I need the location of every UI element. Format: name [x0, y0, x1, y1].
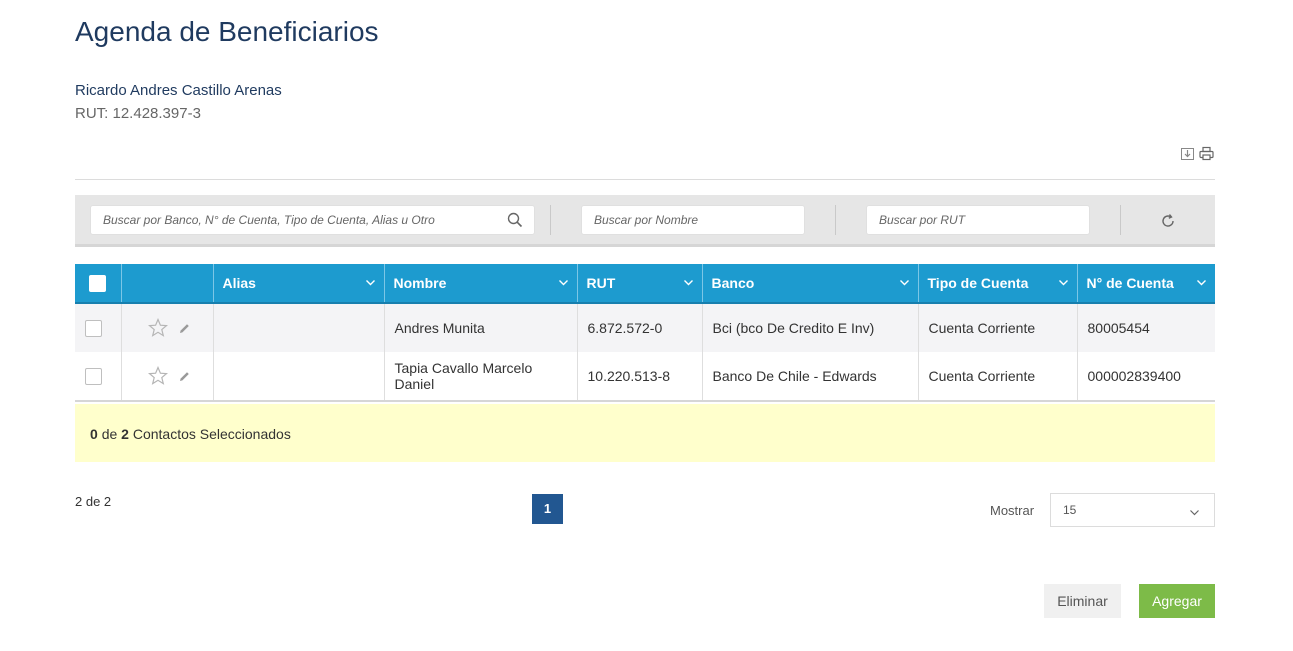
- select-all-checkbox[interactable]: [89, 274, 107, 292]
- filter-separator: [550, 205, 551, 235]
- edit-pencil-icon[interactable]: [178, 370, 191, 383]
- row-select-cell: [75, 352, 122, 402]
- page-title: Agenda de Beneficiarios: [75, 16, 379, 47]
- cell-banco: Banco De Chile - Edwards: [702, 352, 919, 402]
- column-header-label: RUT: [586, 275, 616, 291]
- table-header-row: Alias Nombre RUT Banco Tipo de Cuenta N°…: [75, 264, 1215, 304]
- selection-of-label: de: [101, 426, 118, 442]
- row-select-cell: [75, 303, 122, 352]
- results-count: 2 de 2: [75, 494, 112, 509]
- column-header-label: Alias: [222, 275, 256, 291]
- cell-banco: Bci (bco De Credito E Inv): [702, 303, 919, 352]
- download-icon[interactable]: [1180, 146, 1195, 161]
- search-icon[interactable]: [507, 212, 523, 228]
- chevron-down-icon: [1197, 280, 1206, 286]
- column-header-banco[interactable]: Banco: [702, 264, 919, 304]
- row-actions-cell: [121, 303, 214, 352]
- filter-separator: [835, 205, 836, 235]
- page-size-select[interactable]: 15: [1050, 493, 1215, 527]
- actions-header: [121, 264, 214, 304]
- edit-pencil-icon[interactable]: [178, 322, 191, 335]
- chevron-down-icon: [1058, 280, 1068, 286]
- chevron-down-icon: [558, 280, 568, 286]
- column-header-rut[interactable]: RUT: [577, 264, 703, 304]
- selected-count: 0: [90, 426, 98, 442]
- cell-rut: 10.220.513-8: [577, 352, 703, 402]
- chevron-down-icon: [899, 280, 909, 286]
- cell-numero-cuenta: 80005454: [1077, 303, 1215, 352]
- search-rut-input[interactable]: [866, 205, 1090, 235]
- page-size-value: 15: [1063, 503, 1077, 517]
- page-size-label: Mostrar: [990, 503, 1035, 518]
- column-header-label: Tipo de Cuenta: [927, 275, 1029, 291]
- row-actions-cell: [121, 352, 214, 402]
- chevron-down-icon: [683, 280, 693, 286]
- selection-suffix: Contactos Seleccionados: [132, 426, 291, 442]
- beneficiaries-table: Alias Nombre RUT Banco Tipo de Cuenta N°…: [75, 264, 1215, 402]
- selection-summary: 0 de 2 Contactos Seleccionados: [75, 404, 1215, 462]
- column-header-label: N° de Cuenta: [1086, 275, 1174, 291]
- filter-bar: [75, 195, 1215, 247]
- select-all-cell: [75, 264, 122, 304]
- add-button[interactable]: Agregar: [1139, 584, 1215, 618]
- column-header-numero-cuenta[interactable]: N° de Cuenta: [1077, 264, 1215, 304]
- cell-nombre: Andres Munita: [384, 303, 578, 352]
- user-name: Ricardo Andres Castillo Arenas: [75, 82, 282, 99]
- favorite-star-icon[interactable]: [147, 318, 168, 338]
- total-count: 2: [121, 426, 129, 442]
- column-header-label: Banco: [711, 275, 755, 291]
- search-general-input[interactable]: [90, 205, 535, 235]
- print-icon[interactable]: [1199, 146, 1214, 161]
- cell-alias: [213, 352, 385, 402]
- cell-numero-cuenta: 000002839400: [1077, 352, 1215, 402]
- table-row[interactable]: Andres Munita 6.872.572-0 Bci (bco De Cr…: [75, 303, 1215, 352]
- chevron-down-icon: [1190, 510, 1199, 516]
- refresh-icon[interactable]: [1160, 213, 1176, 229]
- cell-tipo-cuenta: Cuenta Corriente: [918, 303, 1078, 352]
- page-button-1[interactable]: 1: [532, 494, 563, 524]
- row-checkbox[interactable]: [85, 319, 102, 337]
- cell-tipo-cuenta: Cuenta Corriente: [918, 352, 1078, 402]
- delete-button[interactable]: Eliminar: [1044, 584, 1121, 618]
- cell-alias: [213, 303, 385, 352]
- export-tools: [1180, 146, 1214, 161]
- cell-rut: 6.872.572-0: [577, 303, 703, 352]
- favorite-star-icon[interactable]: [147, 366, 168, 386]
- column-header-label: Nombre: [393, 275, 447, 291]
- column-header-nombre[interactable]: Nombre: [384, 264, 578, 304]
- table-row[interactable]: Tapia Cavallo Marcelo Daniel 10.220.513-…: [75, 352, 1215, 402]
- chevron-down-icon: [365, 280, 375, 286]
- divider: [75, 179, 1215, 180]
- search-name-input[interactable]: [581, 205, 805, 235]
- column-header-alias[interactable]: Alias: [213, 264, 385, 304]
- row-checkbox[interactable]: [85, 367, 102, 385]
- cell-nombre: Tapia Cavallo Marcelo Daniel: [384, 352, 578, 402]
- filter-separator: [1120, 205, 1121, 235]
- user-rut: RUT: 12.428.397-3: [75, 105, 201, 122]
- column-header-tipo-cuenta[interactable]: Tipo de Cuenta: [918, 264, 1078, 304]
